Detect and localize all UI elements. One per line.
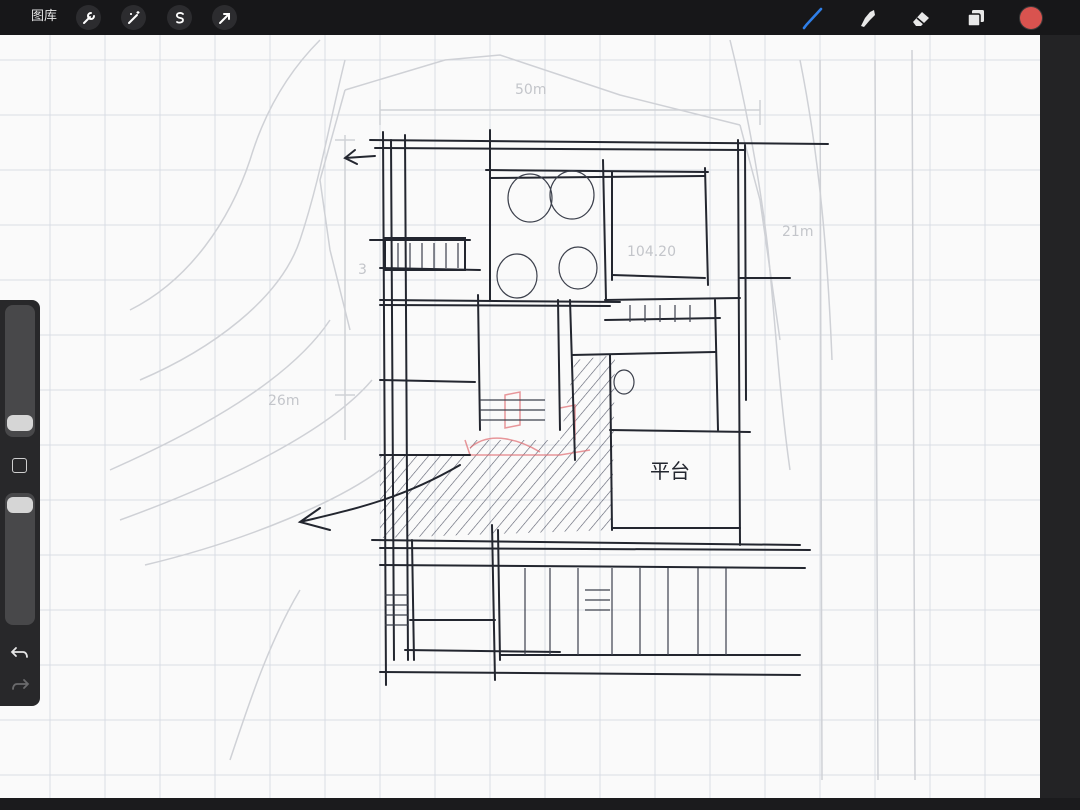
brush-size-thumb[interactable] bbox=[7, 415, 33, 431]
dimension-left: 26m bbox=[268, 393, 299, 409]
room-label-platform: 平台 bbox=[650, 459, 690, 483]
color-picker-button[interactable] bbox=[1020, 7, 1042, 29]
bottom-edge bbox=[0, 798, 1080, 810]
dimension-top: 50m bbox=[515, 82, 546, 98]
sketch-drawing: 50m 21m 26m 3 104.20 平台 bbox=[0, 35, 1040, 798]
left-sidebar bbox=[0, 300, 40, 706]
drawing-canvas[interactable]: 50m 21m 26m 3 104.20 平台 bbox=[0, 35, 1040, 798]
dimension-left-small: 3 bbox=[358, 262, 367, 278]
canvas-edge bbox=[1040, 35, 1080, 798]
eraser-icon[interactable] bbox=[908, 5, 934, 31]
brush-size-slider[interactable] bbox=[5, 305, 35, 437]
top-toolbar: 图库 bbox=[0, 0, 1080, 35]
dimension-right: 21m bbox=[782, 224, 813, 240]
opacity-slider[interactable] bbox=[5, 493, 35, 625]
magic-wand-icon[interactable] bbox=[121, 5, 146, 30]
redo-icon[interactable] bbox=[10, 676, 30, 694]
smudge-icon[interactable] bbox=[855, 5, 881, 31]
wrench-icon[interactable] bbox=[76, 5, 101, 30]
square-modify-icon[interactable] bbox=[12, 458, 27, 473]
opacity-thumb[interactable] bbox=[7, 497, 33, 513]
layers-icon[interactable] bbox=[963, 5, 989, 31]
brush-icon[interactable] bbox=[800, 5, 826, 31]
transform-arrow-icon[interactable] bbox=[212, 5, 237, 30]
selection-icon[interactable] bbox=[167, 5, 192, 30]
elevation-label: 104.20 bbox=[627, 244, 676, 260]
undo-icon[interactable] bbox=[10, 644, 30, 662]
gallery-button[interactable]: 图库 bbox=[31, 9, 57, 25]
